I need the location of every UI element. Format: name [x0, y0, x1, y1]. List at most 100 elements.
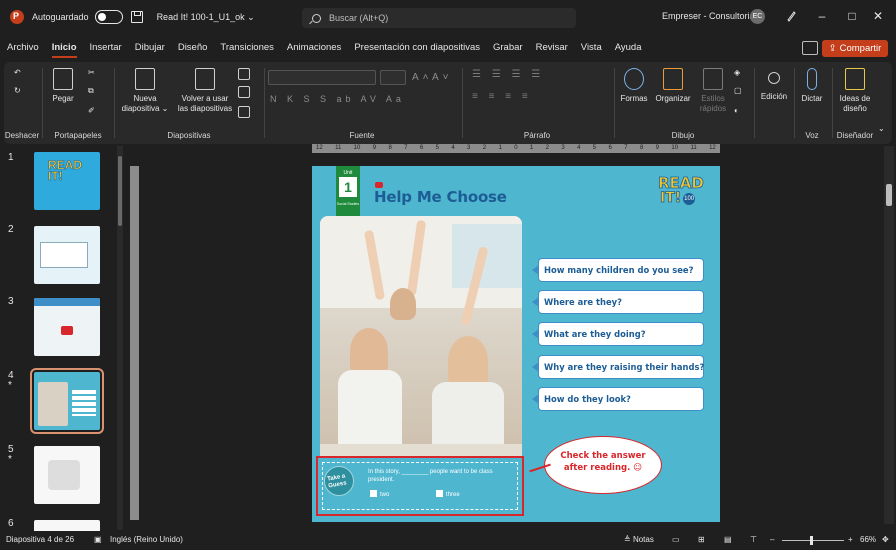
question-1[interactable]: How many children do you see? [532, 258, 704, 282]
take-a-guess-box[interactable]: Take a Guess In this story, ________ peo… [316, 456, 524, 516]
copy-icon[interactable]: ⧉ [88, 86, 94, 96]
user-name[interactable]: Empreser - Consultoria [662, 11, 755, 21]
slide-sorter-icon[interactable]: ⊞ [698, 535, 705, 544]
share-button[interactable]: ⇪ Compartir [822, 40, 888, 57]
outline-icon[interactable]: ▢ [734, 86, 742, 96]
menu-bar: Archivo Inicio Insertar Dibujar Diseño T… [0, 34, 896, 60]
paragraph-group-label: Párrafo [523, 131, 551, 140]
reset-icon[interactable] [238, 86, 250, 102]
notes-label: Notas [632, 535, 654, 544]
notes-button[interactable]: ≜ Notas [624, 535, 654, 544]
fit-to-window-icon[interactable]: ✥ [882, 535, 889, 544]
thumbnail-slide-4[interactable] [30, 368, 104, 434]
new-slide-button[interactable]: Nueva diapositiva ⌄ [118, 68, 172, 114]
thumbnails-scrollbar[interactable] [117, 146, 123, 530]
menu-transiciones[interactable]: Transiciones [220, 42, 274, 53]
editing-button[interactable]: Edición [756, 68, 792, 102]
question-5[interactable]: How do they look? [532, 387, 704, 411]
menu-presentacion[interactable]: Presentación con diapositivas [354, 42, 480, 53]
ribbon: ↶ ↻ Deshacer Pegar ✂ ⧉ ✐ Portapapeles Nu… [4, 62, 892, 144]
checkbox[interactable] [370, 490, 377, 497]
section-icon[interactable] [238, 106, 250, 122]
thumbnail-slide-5[interactable] [34, 446, 100, 504]
search-box[interactable]: Buscar (Alt+Q) [302, 8, 576, 28]
zoom-level[interactable]: 66% [860, 535, 876, 544]
collapse-ribbon-icon[interactable]: ⌄ [878, 124, 885, 134]
shapes-icon [624, 68, 644, 90]
shapes-button[interactable]: Formas [616, 68, 652, 104]
zoom-slider-thumb[interactable] [810, 536, 813, 545]
cut-icon[interactable]: ✂ [88, 68, 95, 78]
reading-view-icon[interactable]: ▤ [724, 535, 732, 544]
zoom-slider[interactable] [782, 540, 844, 541]
zoom-in-button[interactable]: + [848, 535, 853, 544]
arrange-button[interactable]: Organizar [652, 68, 694, 104]
question-3[interactable]: What are they doing? [532, 322, 704, 346]
question-2[interactable]: Where are they? [532, 290, 704, 314]
menu-grabar[interactable]: Grabar [493, 42, 523, 53]
share-icon: ⇪ [828, 43, 837, 54]
menu-animaciones[interactable]: Animaciones [287, 42, 341, 53]
menu-revisar[interactable]: Revisar [536, 42, 568, 53]
close-button[interactable]: ✕ [868, 9, 888, 23]
align-icons[interactable]: ≡ ≡ ≡ ≡ [472, 92, 532, 102]
font-size-up-icon[interactable]: A˄ [412, 72, 433, 83]
ruler-tick-label: 3 [561, 145, 565, 151]
ruler-tick-label: 9 [655, 145, 660, 151]
editing-label: Edición [760, 92, 788, 101]
voice-group: Dictar Voz [794, 62, 830, 144]
dictate-button[interactable]: Dictar [796, 68, 828, 104]
slide-title[interactable]: Help Me Choose [374, 188, 507, 206]
thumb-number: 2 [8, 224, 14, 235]
menu-ayuda[interactable]: Ayuda [615, 42, 642, 53]
check-answer-callout[interactable]: Check the answer after reading. ☺ [544, 436, 662, 494]
question-4[interactable]: Why are they raising their hands? [532, 355, 704, 379]
language-label[interactable]: Inglés (Reino Unido) [110, 535, 183, 544]
autosave-toggle[interactable] [94, 10, 123, 24]
menu-diseno[interactable]: Diseño [178, 42, 208, 53]
font-name-field[interactable] [268, 70, 376, 85]
format-painter-icon[interactable]: ✐ [88, 106, 95, 116]
zoom-out-button[interactable]: – [770, 535, 774, 544]
list-icons[interactable]: ☰ ☰ ☰ ☰ [472, 70, 544, 80]
ruler-tick-label: 8 [639, 145, 644, 151]
font-size-down-icon[interactable]: A˅ [432, 72, 453, 83]
slideshow-icon[interactable]: ⊤ [750, 535, 757, 544]
menu-dibujar[interactable]: Dibujar [135, 42, 165, 53]
thumbnail-slide-2[interactable] [34, 226, 100, 284]
avatar[interactable]: EC [750, 9, 765, 24]
document-title[interactable]: Read It! 100-1_U1_ok ⌄ [157, 12, 255, 23]
quick-styles-button[interactable]: Estilos rápidos [696, 68, 730, 114]
restore-button[interactable]: □ [842, 9, 862, 23]
reuse-slides-button[interactable]: Volver a usar las diapositivas [174, 68, 236, 114]
comments-icon[interactable] [802, 41, 818, 55]
menu-archivo[interactable]: Archivo [7, 42, 39, 53]
thumb-header [34, 298, 100, 306]
option-two[interactable]: two [370, 490, 389, 498]
normal-view-icon[interactable]: ▭ [672, 535, 680, 544]
editor-scrollbar[interactable] [884, 146, 894, 524]
paragraph-group: ☰ ☰ ☰ ☰ ≡ ≡ ≡ ≡ Párrafo [462, 62, 612, 144]
effects-icon[interactable]: ◐ [734, 106, 739, 116]
redo-icon[interactable]: ↻ [14, 86, 21, 96]
slide-canvas[interactable]: Unit 1 Social Studies Help Me Choose REA… [312, 166, 720, 522]
paste-button[interactable]: Pegar [48, 68, 78, 104]
minimize-button[interactable]: – [812, 9, 832, 23]
undo-icon[interactable]: ↶ [14, 68, 21, 78]
pen-icon[interactable] [786, 10, 796, 22]
checkbox[interactable] [436, 490, 443, 497]
layout-icon[interactable] [238, 68, 250, 84]
menu-vista[interactable]: Vista [581, 42, 602, 53]
thumbnail-slide-1[interactable]: READ IT! [34, 152, 100, 210]
option-three[interactable]: three [436, 490, 460, 498]
format-buttons[interactable]: N K S S ab AV Aa [270, 94, 405, 104]
menu-inicio[interactable]: Inicio [51, 42, 77, 58]
save-icon[interactable] [130, 11, 143, 23]
font-size-field[interactable] [380, 70, 406, 85]
thumbnail-slide-3[interactable] [34, 298, 100, 356]
menu-insertar[interactable]: Insertar [90, 42, 122, 53]
fill-icon[interactable]: ◈ [734, 68, 740, 78]
design-ideas-button[interactable]: Ideas de diseño [834, 68, 876, 114]
slide-thumbnails[interactable]: 1 READ IT! 2 3 4 * 5 * 6 [0, 146, 122, 538]
accessibility-icon[interactable]: ▣ [94, 535, 102, 544]
